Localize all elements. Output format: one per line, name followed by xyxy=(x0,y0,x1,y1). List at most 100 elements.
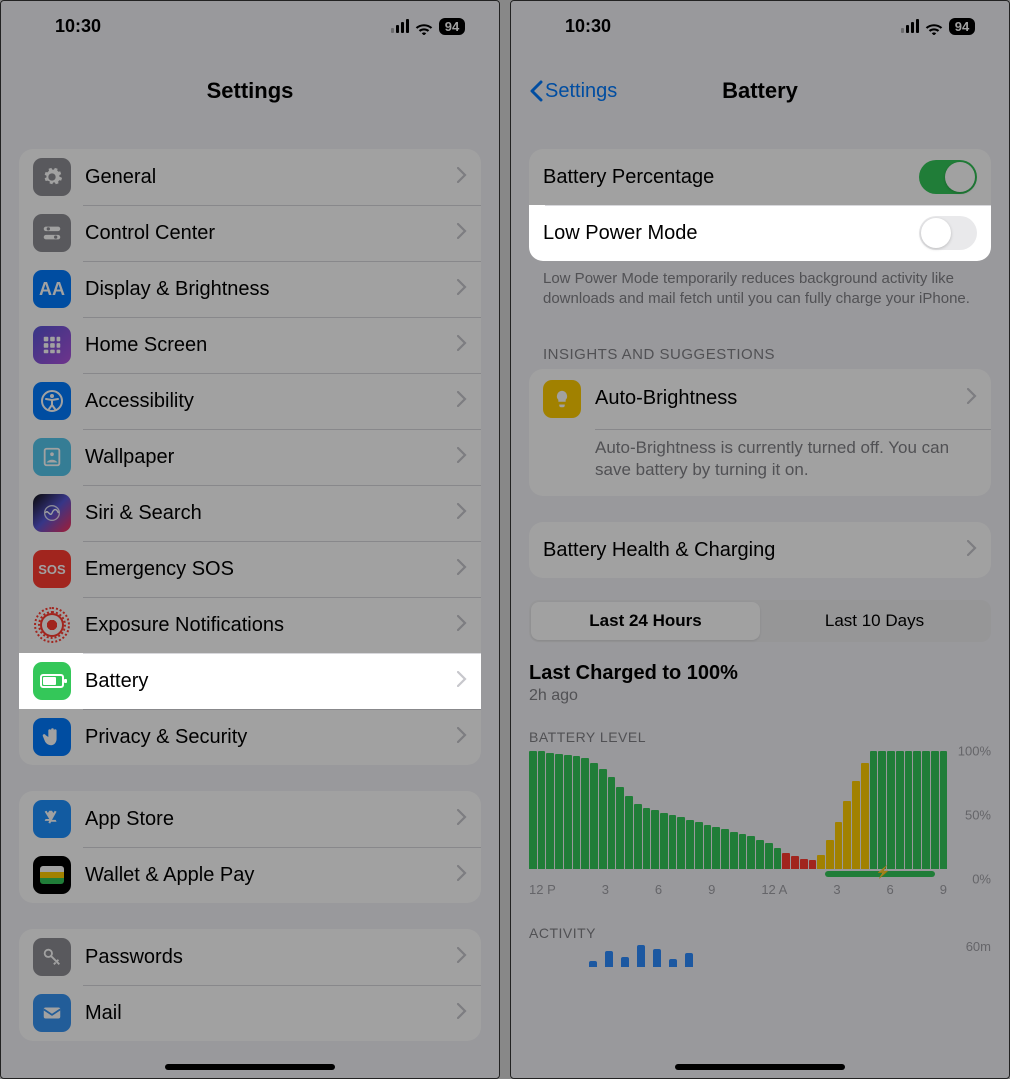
siri-icon xyxy=(33,494,71,532)
exposure-icon xyxy=(33,606,71,644)
row-accessibility[interactable]: Accessibility xyxy=(19,373,481,429)
row-battery[interactable]: Battery xyxy=(19,653,481,709)
sos-icon: SOS xyxy=(33,550,71,588)
chevron-right-icon xyxy=(457,727,467,748)
y-label-0: 0% xyxy=(972,872,991,887)
insights-group: Auto-Brightness Auto-Brightness is curre… xyxy=(529,369,991,497)
battery-level-chart: BATTERY LEVEL 100% 50% 0% 12 P 3 6 9 12 … xyxy=(529,729,991,879)
chevron-right-icon xyxy=(457,615,467,636)
seg-10d[interactable]: Last 10 Days xyxy=(760,602,989,640)
row-label: Passwords xyxy=(85,946,457,969)
row-home-screen[interactable]: Home Screen xyxy=(19,317,481,373)
lightbulb-icon xyxy=(543,380,581,418)
row-label: Battery Health & Charging xyxy=(543,539,967,562)
row-app-store[interactable]: App Store xyxy=(19,791,481,847)
row-label: Battery Percentage xyxy=(543,166,919,189)
x-tick: 12 A xyxy=(761,882,787,897)
chevron-right-icon xyxy=(967,540,977,561)
chart-title: BATTERY LEVEL xyxy=(529,729,991,745)
chevron-right-icon xyxy=(457,335,467,356)
cellular-icon xyxy=(901,19,919,33)
row-siri[interactable]: Siri & Search xyxy=(19,485,481,541)
key-icon xyxy=(33,938,71,976)
last-charged-title: Last Charged to 100% xyxy=(529,662,991,685)
wallet-icon xyxy=(33,856,71,894)
low-power-description: Low Power Mode temporarily reduces backg… xyxy=(511,261,1009,310)
row-battery-health[interactable]: Battery Health & Charging xyxy=(529,522,991,578)
gear-icon xyxy=(33,158,71,196)
apps-grid-icon xyxy=(33,326,71,364)
x-tick: 9 xyxy=(708,882,715,897)
row-label: Emergency SOS xyxy=(85,558,457,581)
nav-bar: Settings Battery xyxy=(511,67,1009,115)
row-privacy[interactable]: Privacy & Security xyxy=(19,709,481,765)
row-wallet[interactable]: Wallet & Apple Pay xyxy=(19,847,481,903)
chevron-right-icon xyxy=(967,388,977,409)
home-indicator[interactable] xyxy=(165,1064,335,1070)
row-low-power-mode[interactable]: Low Power Mode xyxy=(529,205,991,261)
page-title: Settings xyxy=(207,78,294,104)
auto-brightness-description: Auto-Brightness is currently turned off.… xyxy=(529,429,991,497)
chart-bars xyxy=(529,751,947,869)
row-wallpaper[interactable]: Wallpaper xyxy=(19,429,481,485)
x-axis: 12 P 3 6 9 12 A 3 6 9 xyxy=(529,882,947,897)
back-button[interactable]: Settings xyxy=(529,80,617,103)
row-label: Accessibility xyxy=(85,390,457,413)
row-auto-brightness[interactable]: Auto-Brightness xyxy=(529,369,991,429)
row-general[interactable]: General xyxy=(19,149,481,205)
chevron-right-icon xyxy=(457,809,467,830)
x-tick: 12 P xyxy=(529,882,556,897)
chevron-right-icon xyxy=(457,279,467,300)
wifi-icon xyxy=(415,19,433,33)
seg-24h[interactable]: Last 24 Hours xyxy=(531,602,760,640)
nav-bar: Settings xyxy=(1,67,499,115)
health-group: Battery Health & Charging xyxy=(529,522,991,578)
row-mail[interactable]: Mail xyxy=(19,985,481,1041)
row-control-center[interactable]: Control Center xyxy=(19,205,481,261)
x-tick: 3 xyxy=(602,882,609,897)
mail-icon xyxy=(33,994,71,1032)
chevron-right-icon xyxy=(457,1003,467,1024)
row-label: Privacy & Security xyxy=(85,726,457,749)
activity-header: ACTIVITY xyxy=(529,925,991,941)
settings-group-1: General Control Center AA Display & Brig… xyxy=(19,149,481,765)
x-tick: 9 xyxy=(940,882,947,897)
accessibility-icon xyxy=(33,382,71,420)
status-bar: 10:30 94 xyxy=(1,1,499,51)
settings-group-3: Passwords Mail xyxy=(19,929,481,1041)
status-bar: 10:30 94 xyxy=(511,1,1009,51)
low-power-mode-toggle[interactable] xyxy=(919,216,977,250)
battery-status-icon: 94 xyxy=(439,18,465,35)
status-time: 10:30 xyxy=(565,16,611,37)
wifi-icon xyxy=(925,19,943,33)
row-exposure[interactable]: Exposure Notifications xyxy=(19,597,481,653)
chevron-right-icon xyxy=(457,167,467,188)
chevron-right-icon xyxy=(457,671,467,692)
chevron-right-icon xyxy=(457,223,467,244)
row-passwords[interactable]: Passwords xyxy=(19,929,481,985)
settings-group-2: App Store Wallet & Apple Pay xyxy=(19,791,481,903)
row-label: Battery xyxy=(85,670,457,693)
wallpaper-icon xyxy=(33,438,71,476)
battery-percentage-toggle[interactable] xyxy=(919,160,977,194)
time-range-segmented[interactable]: Last 24 Hours Last 10 Days xyxy=(529,600,991,642)
row-label: Home Screen xyxy=(85,334,457,357)
activity-y-label: 60m xyxy=(966,939,991,954)
row-label: Siri & Search xyxy=(85,502,457,525)
charging-indicator-icon xyxy=(825,871,935,877)
back-label: Settings xyxy=(545,80,617,103)
chevron-right-icon xyxy=(457,447,467,468)
battery-screen: 10:30 94 Settings Battery Battery Percen… xyxy=(510,0,1010,1079)
home-indicator[interactable] xyxy=(675,1064,845,1070)
row-label: Exposure Notifications xyxy=(85,614,457,637)
chevron-right-icon xyxy=(457,503,467,524)
chevron-right-icon xyxy=(457,559,467,580)
row-sos[interactable]: SOS Emergency SOS xyxy=(19,541,481,597)
row-battery-percentage[interactable]: Battery Percentage xyxy=(529,149,991,205)
row-display[interactable]: AA Display & Brightness xyxy=(19,261,481,317)
insights-header: INSIGHTS AND SUGGESTIONS xyxy=(511,346,1009,369)
page-title: Battery xyxy=(722,78,798,104)
status-time: 10:30 xyxy=(55,16,101,37)
chevron-right-icon xyxy=(457,865,467,886)
x-tick: 3 xyxy=(833,882,840,897)
